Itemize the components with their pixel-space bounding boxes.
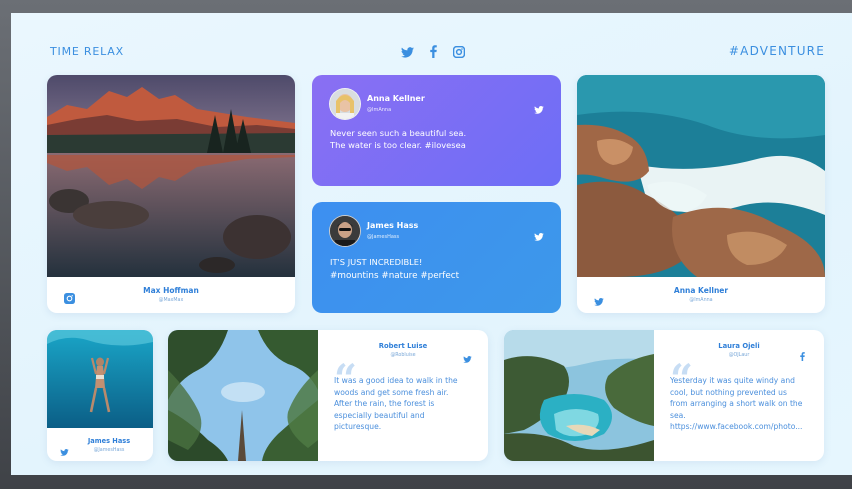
forest-canopy-photo <box>168 330 318 461</box>
post-text-line: sea. <box>670 410 686 420</box>
post-text-line: After the rain, the forest is <box>334 399 435 408</box>
post-text-line: Yesterday it was quite windy and <box>670 376 795 385</box>
mountain-lake-photo <box>47 75 295 277</box>
instagram-icon <box>64 289 75 308</box>
underwater-diver-photo <box>47 330 153 428</box>
avatar <box>329 88 361 120</box>
tweet-author-handle: @JamesHass <box>367 234 400 240</box>
twitter-icon <box>534 99 544 118</box>
author-name: Max Hoffman <box>143 286 199 295</box>
brand-title[interactable]: TIME RELAX <box>50 45 124 58</box>
tweet-card-james[interactable]: James Hass @JamesHass IT'S JUST INCREDIB… <box>312 202 561 313</box>
tweet-author-handle: @ImAnna <box>367 107 392 113</box>
post-card-laura[interactable]: Laura Ojeli @OJLaur “ Yesterday it was q… <box>504 330 824 461</box>
avatar <box>329 215 361 247</box>
coastal-rocks-photo <box>577 75 825 277</box>
twitter-icon <box>594 291 604 310</box>
author-handle: @MaxMax <box>158 298 184 303</box>
tweet-author-name: Anna Kellner <box>367 94 425 103</box>
hashtag-label[interactable]: #ADVENTURE <box>729 44 825 58</box>
post-text-line: from arranging a short walk on the <box>670 399 803 408</box>
author-name: Laura Ojeli <box>718 342 760 350</box>
social-links <box>401 43 466 62</box>
author-name: Robert Luise <box>378 342 428 350</box>
post-text-line: cool, but nothing prevented us <box>670 387 787 397</box>
twitter-icon[interactable] <box>401 43 414 62</box>
beach-cove-photo <box>504 330 654 461</box>
facebook-icon <box>800 346 805 365</box>
tweet-text-line: The water is too clear. #ilovesea <box>330 140 466 150</box>
instagram-icon[interactable] <box>452 43 466 62</box>
post-card-anna-photo[interactable]: Anna Kellner @ImAnna <box>577 75 825 313</box>
tweet-text-line: Never seen such a beautiful sea. <box>330 128 467 138</box>
twitter-icon <box>60 441 69 460</box>
author-name: James Hass <box>87 437 131 445</box>
author-handle: @Robluise <box>390 353 416 358</box>
post-text-line: woods and get some fresh air. <box>334 387 449 397</box>
tweet-card-anna[interactable]: Anna Kellner @ImAnna Never seen such a b… <box>312 75 561 186</box>
author-handle: @JamesHass <box>93 448 125 453</box>
tweet-text-line: #mountins #nature #perfect <box>330 271 460 281</box>
post-link[interactable]: https://www.facebook.com/photo... <box>670 421 802 433</box>
post-text-line: especially beautiful and <box>334 410 425 420</box>
post-text-line: It was a good idea to walk in the <box>334 376 458 385</box>
post-text-line: picturesque. <box>334 422 382 431</box>
screen: TIME RELAX #ADVENTURE Max Hoffman @MaxMa… <box>11 13 852 475</box>
post-card-robert[interactable]: Robert Luise @Robluise “ It was a good i… <box>168 330 488 461</box>
twitter-icon <box>463 348 472 367</box>
tweet-text-line: IT'S JUST INCREDIBLE! <box>330 257 423 267</box>
post-card-james-photo[interactable]: James Hass @JamesHass <box>47 330 153 461</box>
author-name: Anna Kellner <box>673 286 729 295</box>
tweet-author-name: James Hass <box>367 221 419 230</box>
author-handle: @OJLaur <box>728 353 750 358</box>
post-card-max[interactable]: Max Hoffman @MaxMax <box>47 75 295 313</box>
facebook-icon[interactable] <box>430 43 437 62</box>
author-handle: @ImAnna <box>689 298 713 303</box>
twitter-icon <box>534 226 544 245</box>
